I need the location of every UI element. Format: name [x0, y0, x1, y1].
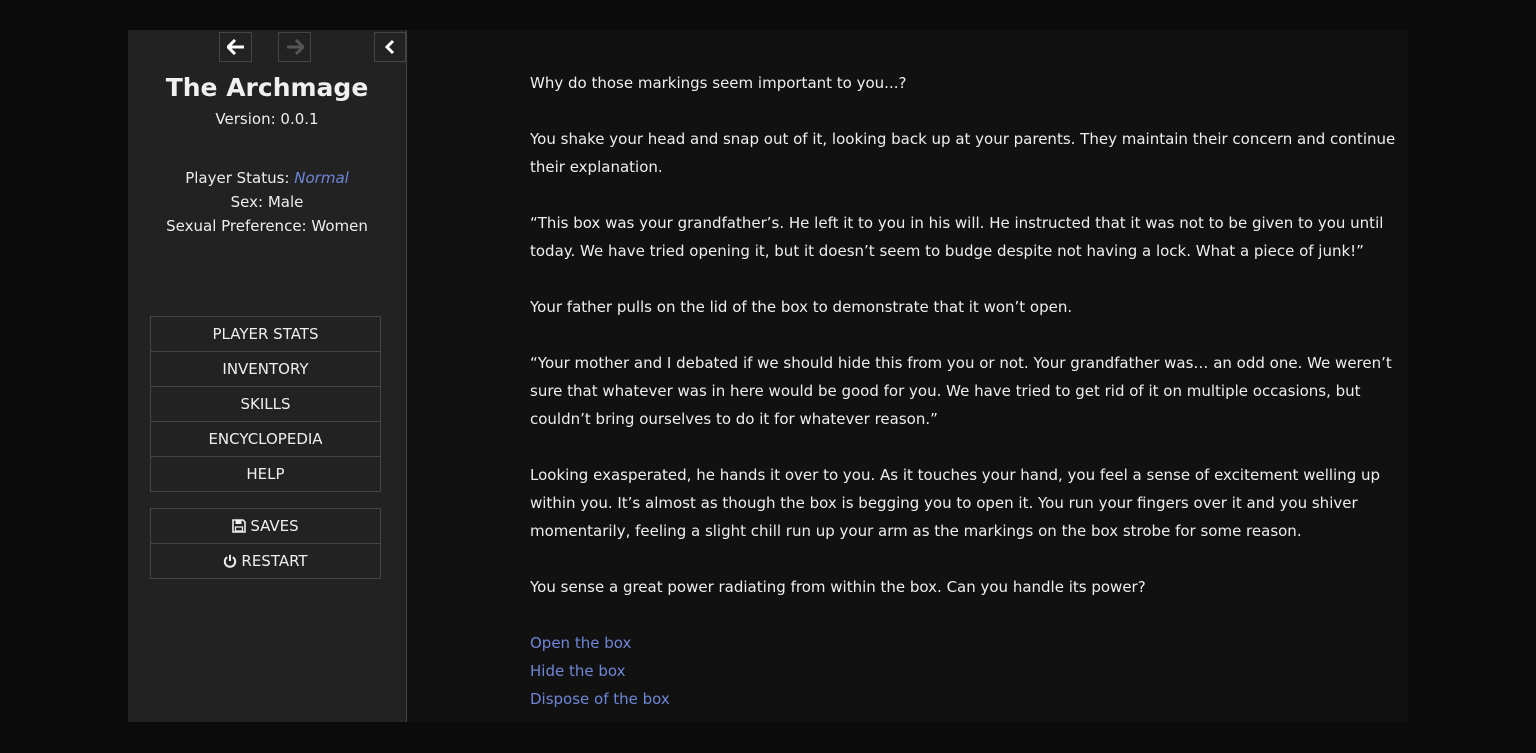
player-status-value: Normal	[294, 169, 349, 187]
story-paragraph: Why do those markings seem important to …	[530, 74, 907, 92]
choice-hide-box-link[interactable]: Hide the box	[530, 657, 1400, 685]
story-paragraph: Your father pulls on the lid of the box …	[530, 298, 1073, 316]
saves-label: SAVES	[250, 517, 299, 535]
choice-list: Open the box Hide the box Dispose of the…	[530, 629, 1400, 713]
sidebar: The Archmage Version: 0.0.1 Player Statu…	[128, 30, 407, 722]
choice-open-box-link[interactable]: Open the box	[530, 629, 1400, 657]
floppy-disk-icon	[232, 519, 247, 533]
arrow-left-icon	[226, 39, 244, 55]
menu-item-player-stats[interactable]: PLAYER STATS	[151, 317, 380, 352]
menu-item-encyclopedia[interactable]: ENCYCLOPEDIA	[151, 422, 380, 457]
menu-item-help[interactable]: HELP	[151, 457, 380, 491]
main-menu: PLAYER STATS INVENTORY SKILLS ENCYCLOPED…	[150, 316, 381, 492]
sex-line: Sex: Male	[230, 193, 304, 211]
player-status-line: Player Status: Normal	[128, 166, 406, 190]
system-menu: SAVES RESTART	[150, 508, 381, 579]
story-paragraph: You sense a great power radiating from w…	[530, 578, 1146, 596]
player-status-block: Player Status: Normal Sex: Male Sexual P…	[128, 166, 406, 238]
menu-item-label: PLAYER STATS	[212, 325, 319, 343]
preference-line: Sexual Preference: Women	[166, 217, 368, 235]
menu-item-label: SKILLS	[240, 395, 291, 413]
restart-button[interactable]: RESTART	[151, 544, 380, 578]
restart-label: RESTART	[241, 552, 308, 570]
story-title: The Archmage	[165, 73, 369, 102]
saves-button[interactable]: SAVES	[151, 509, 380, 544]
menu-item-skills[interactable]: SKILLS	[151, 387, 380, 422]
story-paragraph: Looking exasperated, he hands it over to…	[530, 466, 1381, 540]
arrow-right-icon	[286, 39, 304, 55]
sidebar-toggle-button[interactable]	[374, 32, 406, 62]
story-version: Version: 0.0.1	[215, 110, 319, 128]
choice-dispose-box-link[interactable]: Dispose of the box	[530, 685, 1400, 713]
history-forward-button[interactable]	[278, 32, 311, 62]
power-icon	[224, 554, 237, 568]
chevron-left-icon	[384, 39, 395, 55]
player-status-label: Player Status:	[185, 169, 290, 187]
menu-item-label: ENCYCLOPEDIA	[208, 430, 323, 448]
history-back-button[interactable]	[219, 32, 252, 62]
menu-item-label: HELP	[246, 465, 285, 483]
story-paragraph: “This box was your grandfather’s. He lef…	[530, 214, 1384, 260]
story-passage: Why do those markings seem important to …	[530, 69, 1400, 713]
menu-item-inventory[interactable]: INVENTORY	[151, 352, 380, 387]
story-paragraph: You shake your head and snap out of it, …	[530, 130, 1396, 176]
story-paragraph: “Your mother and I debated if we should …	[530, 354, 1392, 428]
menu-item-label: INVENTORY	[222, 360, 309, 378]
